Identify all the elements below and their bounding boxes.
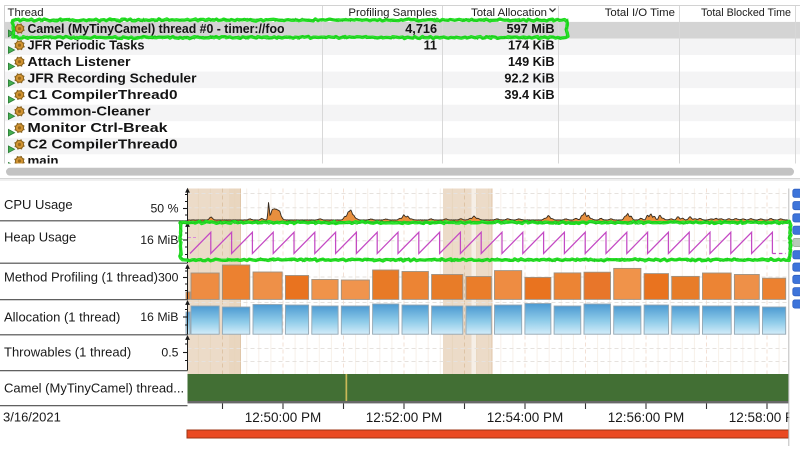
svg-text:C2 CompilerThread0: C2 CompilerThread0 [28, 138, 178, 152]
svg-text:CPU Usage: CPU Usage [4, 197, 73, 212]
svg-text:JFR Periodic Tasks: JFR Periodic Tasks [28, 38, 145, 52]
svg-text:Thread: Thread [8, 7, 44, 19]
svg-text:Camel (MyTinyCamel) thread #0: Camel (MyTinyCamel) thread #0 - timer://… [28, 22, 285, 36]
svg-text:597 MiB: 597 MiB [507, 22, 555, 36]
svg-text:12:50:00 PM: 12:50:00 PM [245, 410, 322, 425]
svg-text:16 MiB: 16 MiB [140, 310, 178, 324]
svg-text:Heap Usage: Heap Usage [4, 230, 76, 245]
svg-text:Total Blocked Time: Total Blocked Time [701, 7, 791, 19]
svg-text:12:52:00 PM: 12:52:00 PM [366, 410, 443, 425]
svg-text:Total Allocation: Total Allocation [471, 7, 547, 19]
svg-text:Camel (MyTinyCamel) thread...: Camel (MyTinyCamel) thread... [4, 380, 184, 395]
svg-text:12:54:00 PM: 12:54:00 PM [487, 410, 564, 425]
svg-text:Common-Cleaner: Common-Cleaner [28, 105, 151, 119]
svg-text:JFR Recording Scheduler: JFR Recording Scheduler [28, 72, 197, 86]
svg-text:149 KiB: 149 KiB [508, 55, 555, 69]
svg-text:39.4 KiB: 39.4 KiB [504, 88, 554, 102]
svg-text:11: 11 [424, 38, 437, 52]
svg-text:4,716: 4,716 [405, 22, 437, 36]
svg-text:Attach Listener: Attach Listener [28, 55, 131, 69]
svg-text:50 %: 50 % [150, 202, 178, 216]
svg-text:Allocation (1 thread): Allocation (1 thread) [4, 310, 120, 325]
svg-text:Throwables (1 thread): Throwables (1 thread) [4, 345, 131, 360]
svg-text:Monitor Ctrl-Break: Monitor Ctrl-Break [28, 121, 169, 135]
svg-text:16 MiB: 16 MiB [140, 233, 178, 247]
svg-text:174 KiB: 174 KiB [508, 38, 555, 52]
svg-text:0.5: 0.5 [161, 346, 178, 360]
svg-text:Total I/O Time: Total I/O Time [605, 7, 675, 19]
svg-text:92.2 KiB: 92.2 KiB [504, 72, 554, 86]
svg-text:300: 300 [158, 271, 179, 285]
svg-text:Method Profiling (1 thread): Method Profiling (1 thread) [4, 270, 158, 285]
svg-text:C1 CompilerThread0: C1 CompilerThread0 [28, 88, 178, 102]
svg-text:12:56:00 PM: 12:56:00 PM [608, 410, 685, 425]
svg-text:Profiling Samples: Profiling Samples [348, 7, 437, 19]
svg-text:3/16/2021: 3/16/2021 [3, 409, 61, 424]
